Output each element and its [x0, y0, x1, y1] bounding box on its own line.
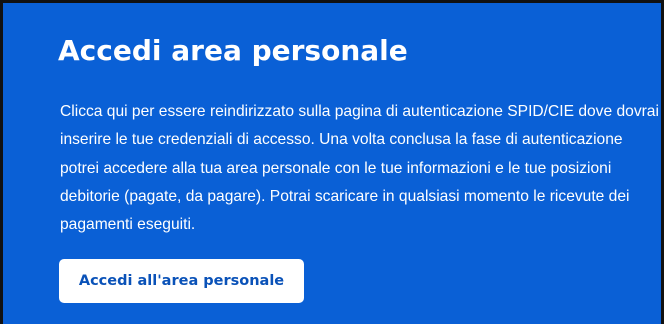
access-personal-area-button[interactable]: Accedi all'area personale — [59, 259, 304, 303]
card-title: Accedi area personale — [58, 34, 408, 67]
personal-area-card: Accedi area personale Clicca qui per ess… — [3, 3, 661, 324]
card-description: Clicca qui per essere reindirizzato sull… — [60, 103, 659, 234]
personal-area-frame: Accedi area personale Clicca qui per ess… — [0, 0, 664, 324]
